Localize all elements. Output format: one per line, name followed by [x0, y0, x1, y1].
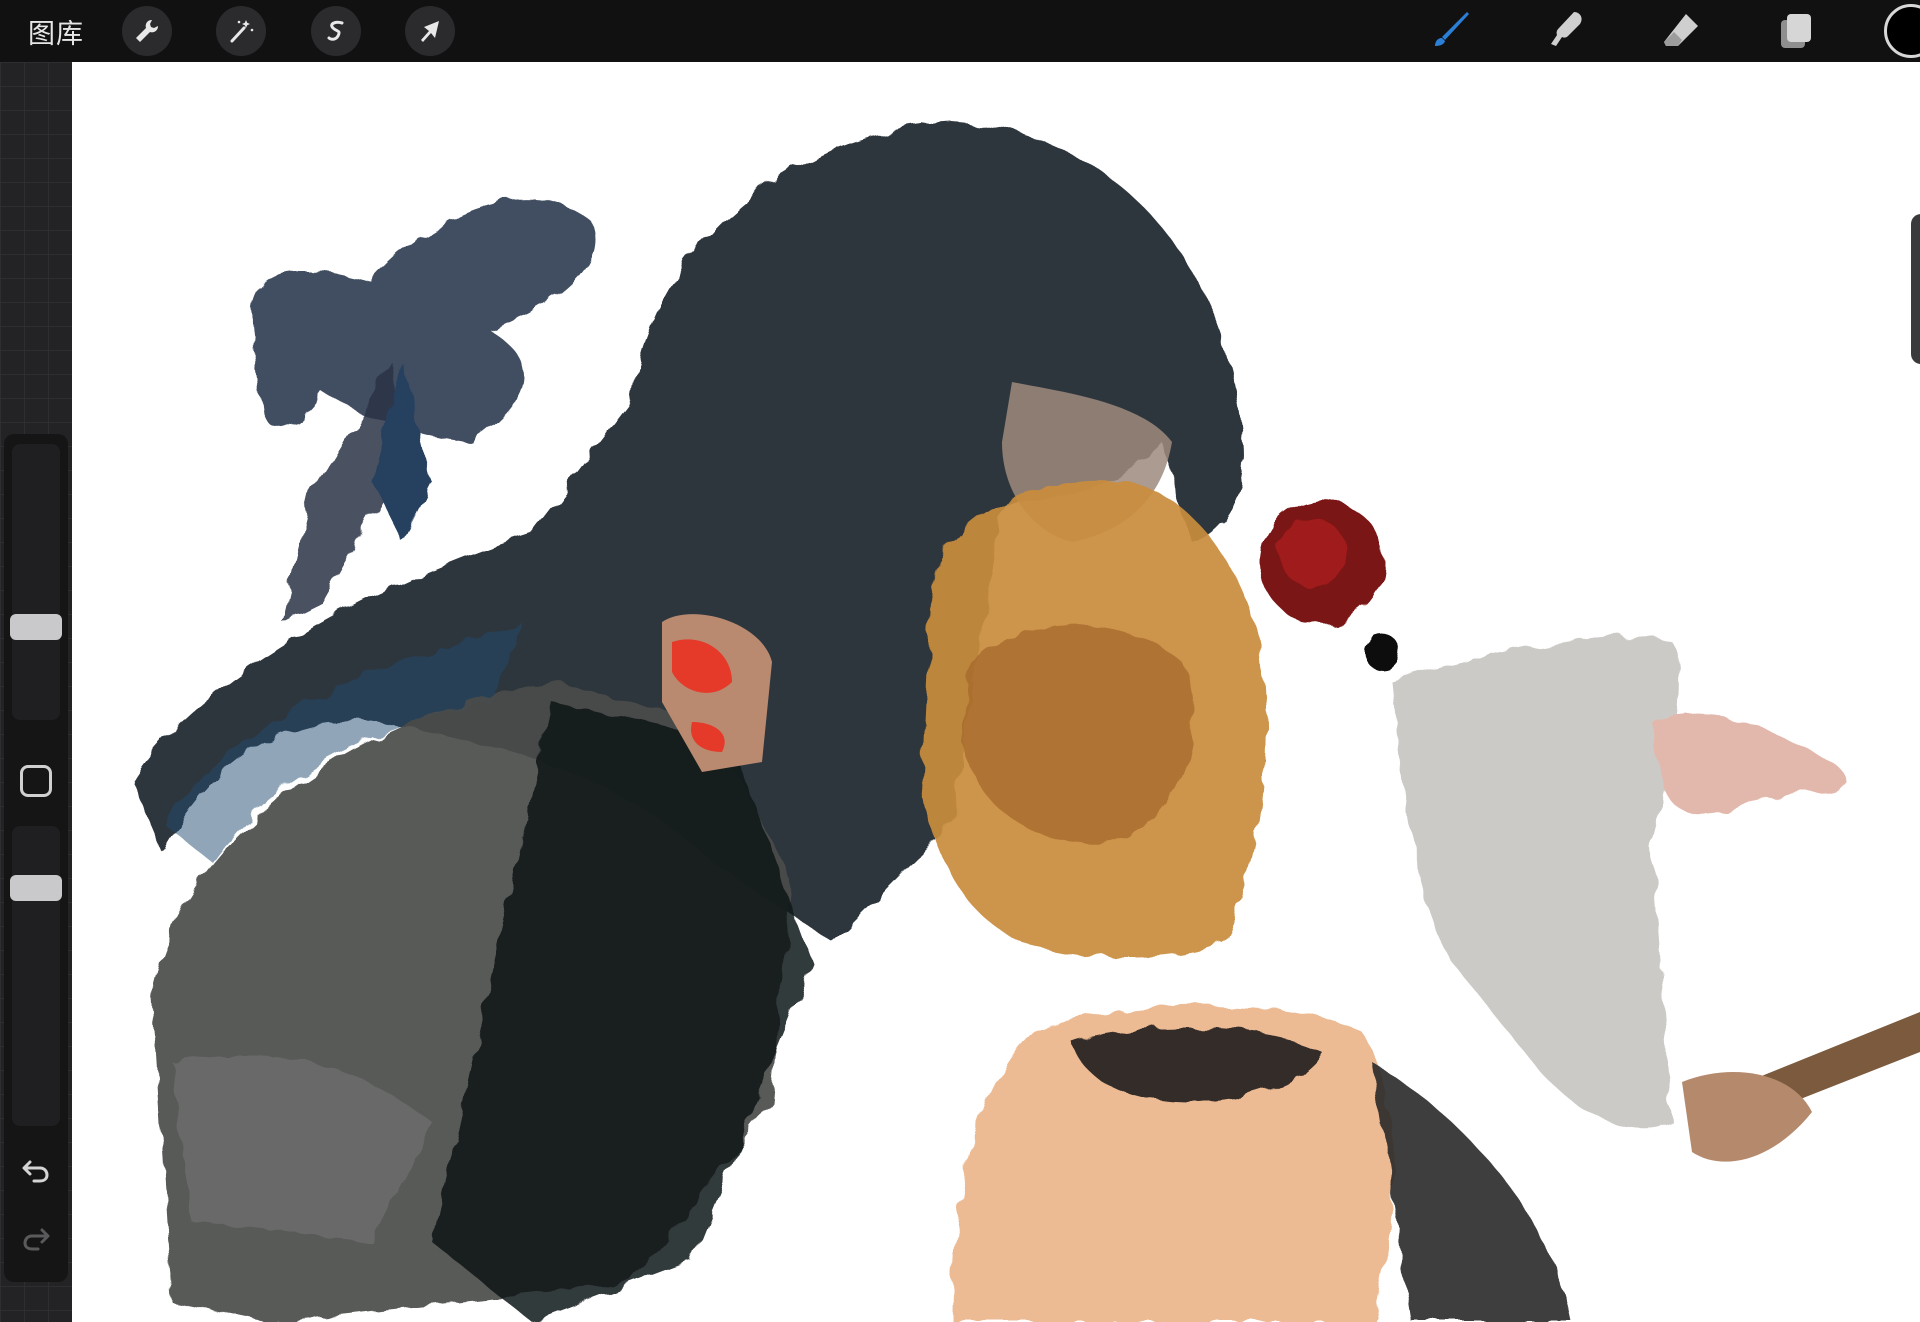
brush-size-thumb[interactable] — [10, 614, 62, 640]
arrow-cursor-icon — [421, 21, 439, 42]
undo-arrow-icon — [22, 1160, 49, 1183]
color-swatch-button[interactable] — [1884, 4, 1920, 58]
brush-tool-button[interactable] — [1427, 6, 1477, 56]
eraser-tool-button[interactable] — [1656, 6, 1706, 56]
artwork — [132, 122, 1920, 1322]
opacity-slider[interactable] — [12, 826, 60, 1126]
drawing-canvas[interactable] — [72, 62, 1920, 1322]
redo-button[interactable] — [18, 1220, 54, 1256]
top-toolbar: 图库 — [0, 0, 1920, 62]
transform-button[interactable] — [405, 6, 455, 56]
redo-arrow-icon — [23, 1228, 50, 1251]
smudge-tool-button[interactable] — [1542, 6, 1592, 56]
undo-button[interactable] — [18, 1152, 54, 1188]
actions-button[interactable] — [122, 6, 172, 56]
opacity-thumb[interactable] — [10, 875, 62, 902]
magic-wand-icon — [230, 20, 254, 43]
gallery-button[interactable]: 图库 — [28, 12, 84, 51]
layers-icon — [1781, 14, 1811, 48]
sidebar — [4, 434, 68, 1282]
brush-icon — [1435, 12, 1469, 46]
selection-s-icon — [327, 20, 344, 41]
layers-tool-button[interactable] — [1771, 6, 1821, 56]
selection-button[interactable] — [311, 6, 361, 56]
wrench-icon — [136, 19, 159, 42]
modify-button[interactable] — [20, 765, 52, 797]
adjustments-button[interactable] — [216, 6, 266, 56]
canvas-side-handle[interactable] — [1911, 214, 1920, 364]
smudge-finger-icon — [1551, 12, 1582, 46]
brush-size-slider[interactable] — [12, 444, 60, 720]
eraser-icon — [1664, 14, 1698, 46]
